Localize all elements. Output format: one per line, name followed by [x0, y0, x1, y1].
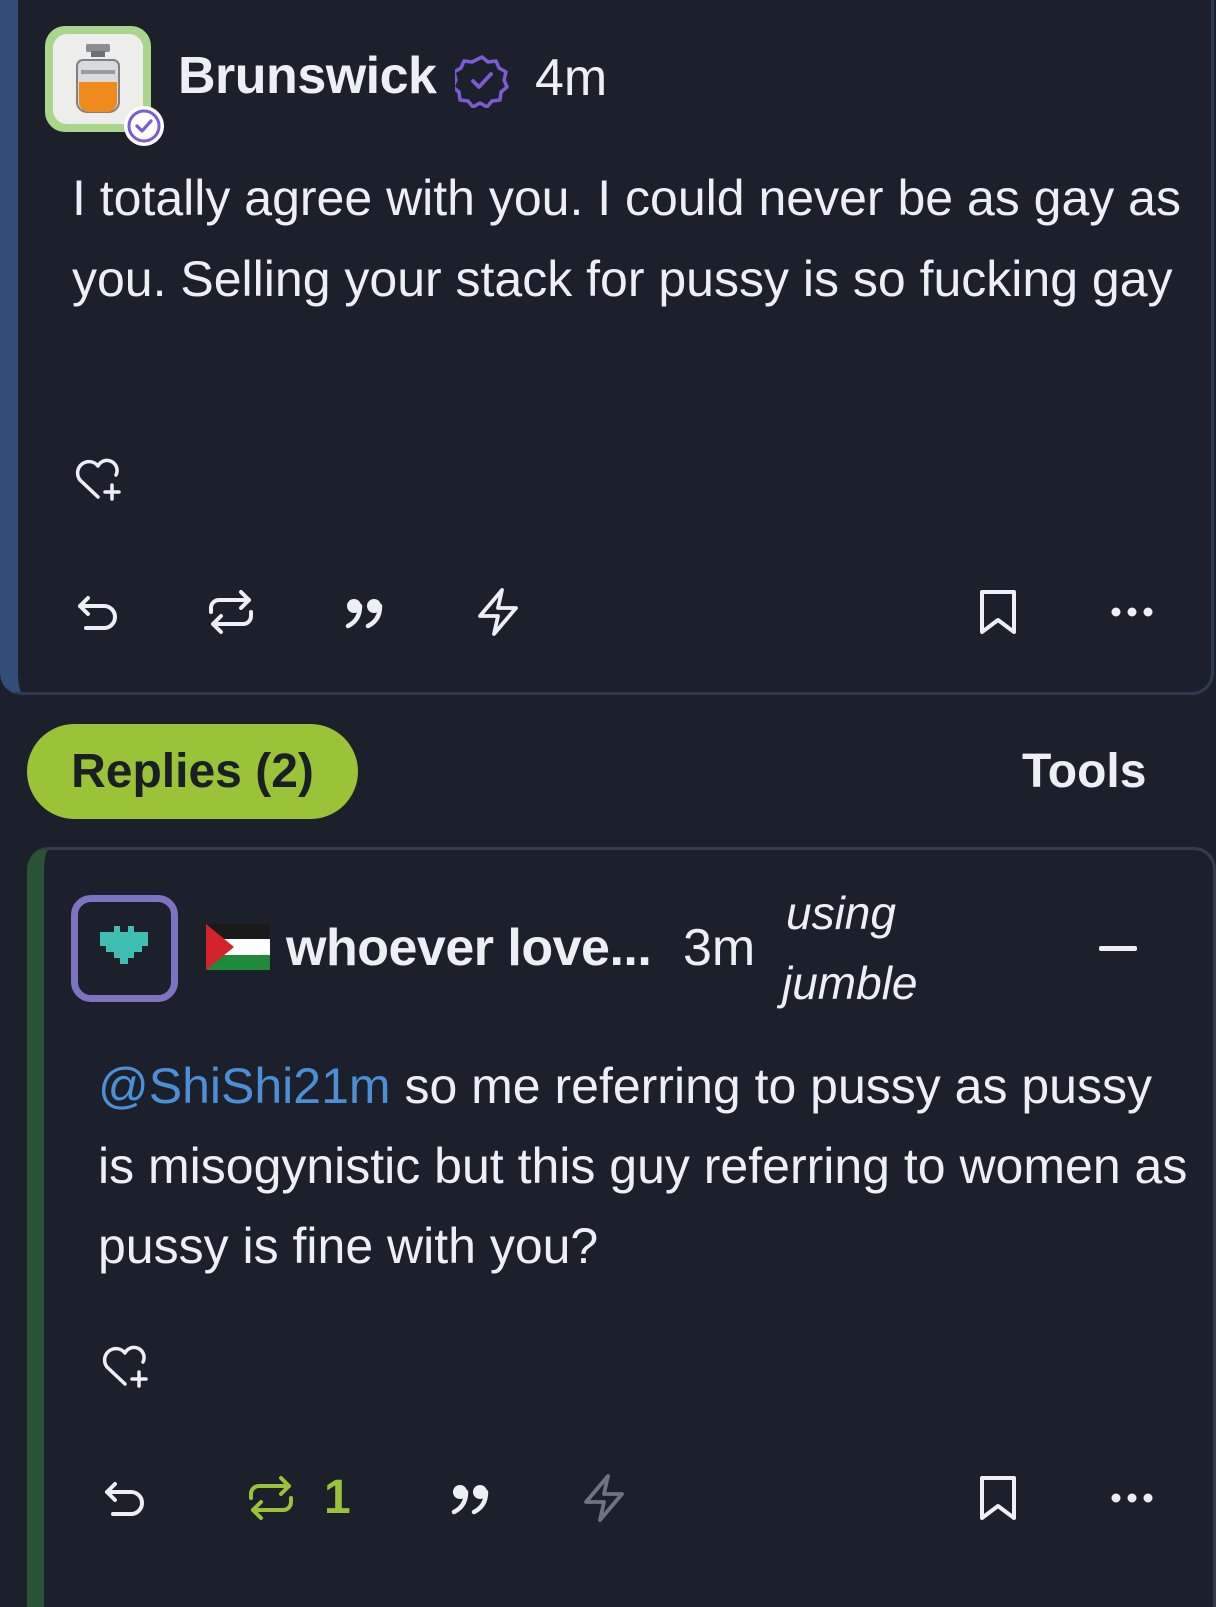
bookmark-icon[interactable]	[972, 1472, 1024, 1524]
reply-icon[interactable]	[72, 586, 124, 638]
reply-content: @ShiShi21m so me referring to pussy as p…	[98, 1046, 1188, 1286]
more-icon[interactable]	[1106, 586, 1158, 638]
reply-timestamp[interactable]: 3m	[683, 918, 755, 978]
post-content: I totally agree with you. I could never …	[72, 170, 1181, 307]
zap-icon[interactable]	[472, 586, 524, 638]
reply-icon[interactable]	[99, 1472, 151, 1524]
heart-plus-icon[interactable]	[99, 1340, 153, 1394]
palestine-flag-icon	[206, 924, 270, 970]
quote-icon[interactable]	[446, 1472, 498, 1524]
tab-tools[interactable]: Tools	[1022, 744, 1146, 799]
pixel-heart-icon	[100, 926, 148, 964]
tab-replies[interactable]: Replies (2)	[27, 724, 358, 819]
author-name[interactable]: Brunswick	[178, 46, 437, 106]
collapse-button[interactable]	[1099, 946, 1137, 951]
quote-icon[interactable]	[340, 586, 392, 638]
bookmark-icon[interactable]	[972, 586, 1024, 638]
verified-badge-icon	[124, 106, 164, 146]
mention-link[interactable]: @ShiShi21m	[98, 1058, 391, 1114]
post-timestamp[interactable]: 4m	[535, 48, 607, 108]
repost-count: 1	[324, 1471, 351, 1524]
verified-icon	[455, 55, 509, 108]
more-icon[interactable]	[1106, 1472, 1158, 1524]
repost-icon[interactable]	[245, 1472, 297, 1524]
heart-plus-icon[interactable]	[72, 453, 126, 507]
zap-icon[interactable]	[578, 1472, 630, 1524]
reply-avatar[interactable]	[71, 895, 178, 1002]
reply-author-name[interactable]: whoever love...	[286, 918, 652, 978]
client-label: using	[786, 887, 896, 939]
repost-icon[interactable]	[205, 586, 257, 638]
client-name[interactable]: jumble	[782, 956, 918, 1010]
